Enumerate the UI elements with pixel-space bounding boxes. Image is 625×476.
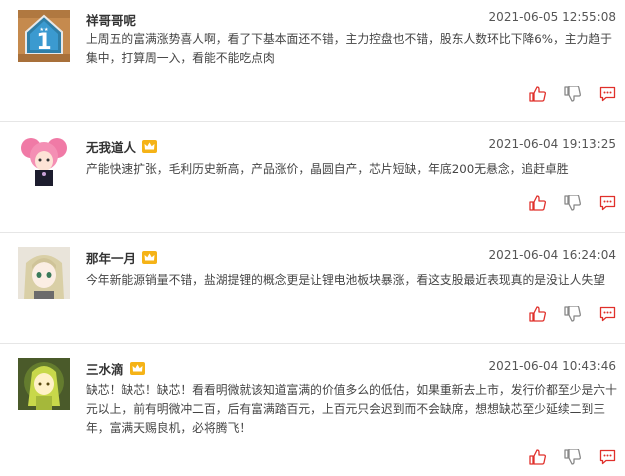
comment-text: 缺芯！缺芯！缺芯！看看明微就该知道富满的价值多么的低估，如果重新去上市，发行价都… <box>86 383 617 435</box>
timestamp: 2021-06-04 10:43:46 <box>488 359 616 373</box>
username[interactable]: 无我道人 <box>86 137 158 156</box>
pink-hair-girl-icon <box>18 134 70 186</box>
username[interactable]: 祥哥哥呢 <box>86 10 136 29</box>
thumbs-up-icon[interactable] <box>529 195 546 211</box>
thumbs-up-icon[interactable] <box>529 306 546 322</box>
svg-text:★★: ★★ <box>40 27 49 33</box>
vip-crown-icon <box>129 362 145 375</box>
comment-actions <box>529 86 616 102</box>
comment-actions <box>529 306 616 322</box>
anime-girl-icon <box>18 247 70 299</box>
comment-icon[interactable] <box>599 86 616 102</box>
comment-item: 1 ★★ 祥哥哥呢 2021-06-05 12:55:08 上周五的富满涨势喜人… <box>0 0 625 122</box>
comment-icon[interactable] <box>599 306 616 322</box>
thumbs-down-icon[interactable] <box>564 86 581 102</box>
comment-item: 无我道人 2021-06-04 19:13:25 产能快速扩张，毛利历史新高，产… <box>0 122 625 233</box>
username[interactable]: 三水滴 <box>86 359 145 378</box>
badge-avatar-icon: 1 ★★ <box>18 10 70 62</box>
username[interactable]: 那年一月 <box>86 248 158 267</box>
comment-text: 上周五的富满涨势喜人啊，看了下基本面还不错，主力控盘也不错，股东人数环比下降6%… <box>86 32 612 65</box>
avatar[interactable] <box>18 358 70 410</box>
comment-list: 1 ★★ 祥哥哥呢 2021-06-05 12:55:08 上周五的富满涨势喜人… <box>0 0 625 476</box>
avatar[interactable] <box>18 247 70 299</box>
avatar[interactable] <box>18 134 70 186</box>
vip-crown-icon <box>142 251 158 264</box>
timestamp: 2021-06-04 19:13:25 <box>488 137 616 151</box>
comment-item: 那年一月 2021-06-04 16:24:04 今年新能源销量不错，盐湖提锂的… <box>0 233 625 344</box>
thumbs-down-icon[interactable] <box>564 195 581 211</box>
vip-crown-icon <box>142 140 158 153</box>
green-fairy-icon <box>18 358 70 410</box>
comment-icon[interactable] <box>599 449 616 465</box>
thumbs-down-icon[interactable] <box>564 449 581 465</box>
comment-actions <box>529 449 616 465</box>
comment-text: 今年新能源销量不错，盐湖提锂的概念更是让锂电池板块暴涨，看这支股最近表现真的是没… <box>86 273 606 287</box>
thumbs-up-icon[interactable] <box>529 86 546 102</box>
comment-text: 产能快速扩张，毛利历史新高，产品涨价，晶圆自产，芯片短缺，年底200无悬念，追赶… <box>86 162 569 176</box>
thumbs-up-icon[interactable] <box>529 449 546 465</box>
timestamp: 2021-06-05 12:55:08 <box>488 10 616 24</box>
comment-item: 三水滴 2021-06-04 10:43:46 缺芯！缺芯！缺芯！看看明微就该知… <box>0 344 625 476</box>
comment-actions <box>529 195 616 211</box>
avatar[interactable]: 1 ★★ <box>18 10 70 62</box>
comment-icon[interactable] <box>599 195 616 211</box>
svg-text:1: 1 <box>36 30 51 55</box>
thumbs-down-icon[interactable] <box>564 306 581 322</box>
timestamp: 2021-06-04 16:24:04 <box>488 248 616 262</box>
